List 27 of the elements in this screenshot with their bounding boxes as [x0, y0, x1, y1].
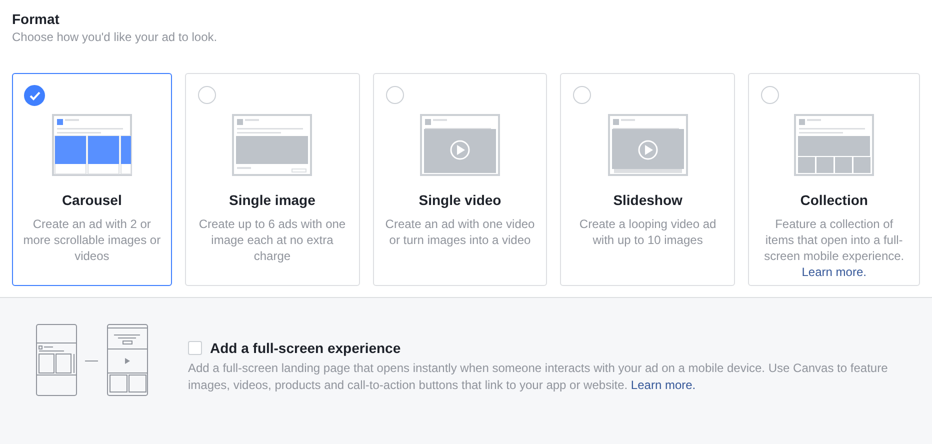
format-title: Carousel [62, 192, 122, 208]
learn-more-link[interactable]: Learn more. [802, 265, 866, 279]
option-description: Add a full-screen landing page that opens instantly when someone interacts with your ad on a mobile device. Use Canvas to feature images, videos, products and call-to-action buttons that link to your app or website. Learn more. [188, 360, 889, 394]
format-card[interactable]: Collection Feature a collection of items that open into a full-screen mobile experience. Learn more. [748, 73, 920, 286]
checked-radio-icon[interactable] [24, 85, 45, 106]
radio-button[interactable] [198, 86, 216, 104]
format-title: Single video [418, 192, 502, 208]
section-subtitle: Choose how you'd like your ad to look. [12, 30, 218, 44]
radio-button[interactable] [386, 86, 404, 104]
radio-button[interactable] [573, 86, 592, 104]
format-card[interactable]: Slideshow Create a looping video ad with up to 10 images [560, 73, 736, 286]
format-description: Create an ad with one video or turn images into a video [384, 216, 536, 248]
format-title: Single image [229, 192, 316, 208]
format-card[interactable]: Single image Create up to 6 ads with one image each at no extra charge [184, 73, 360, 286]
format-card[interactable]: Single video Create an ad with one video or turn images into a video [372, 73, 548, 286]
learn-more-link[interactable]: Learn more. [630, 378, 696, 392]
option-title: Add a full-screen experience [210, 340, 401, 356]
format-description: Feature a collection of items that open into a full-screen mobile experience. Learn more. [763, 216, 906, 280]
format-description: Create an ad with 2 or more scrollable images or videos [23, 216, 161, 264]
format-title: Slideshow [613, 192, 682, 208]
format-title: Collection [800, 192, 868, 208]
checkbox[interactable] [188, 341, 202, 355]
format-description: Create up to 6 ads with one image each at no extra charge [198, 216, 347, 264]
section-title: Format [12, 11, 60, 27]
format-description: Create a looping video ad with up to 10 images [578, 216, 718, 248]
format-card[interactable]: Carousel Create an ad with 2 or more scrollable images or videos [12, 73, 172, 286]
radio-button[interactable] [761, 86, 780, 104]
